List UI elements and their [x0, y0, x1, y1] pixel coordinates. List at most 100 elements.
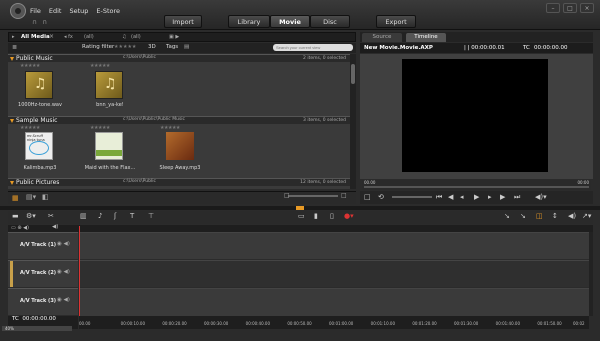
go-end-icon[interactable]: ⏭: [514, 193, 520, 202]
more-filters-icon[interactable]: ▣ ▶: [169, 34, 179, 40]
import-button[interactable]: Import: [164, 15, 202, 28]
library-scrollbar[interactable]: [350, 54, 356, 189]
scroll-thumb[interactable]: [351, 64, 355, 84]
section-public-pictures[interactable]: Public Pictures 12 items, 0 selected: [8, 178, 350, 186]
track-visibility-icon[interactable]: ◉ ◀): [57, 297, 70, 303]
close-icon[interactable]: ×: [580, 3, 594, 13]
album-art-maid[interactable]: [95, 132, 123, 160]
item-rating[interactable]: ★★★★★: [90, 125, 110, 131]
track-header[interactable]: A/V Track (2) ◉ ◀): [8, 260, 78, 287]
play-icon[interactable]: ▶: [474, 193, 479, 201]
track-header[interactable]: A/V Track (3) ◉ ◀): [8, 288, 78, 315]
fx-icon[interactable]: ◂ fx: [64, 34, 73, 40]
trim-icon[interactable]: ↘: [504, 212, 510, 220]
track-lane[interactable]: [79, 232, 589, 259]
redo-icon[interactable]: ∩: [42, 18, 47, 26]
item-rating[interactable]: ★★★★★: [90, 63, 110, 69]
tab-all-media[interactable]: All Media: [21, 34, 50, 40]
track-options-icon[interactable]: ▭ ⊕ ◀): [11, 225, 29, 231]
playhead[interactable]: [79, 226, 80, 324]
menu-setup[interactable]: Setup: [69, 7, 88, 15]
track-visibility-icon[interactable]: ◉ ◀): [57, 269, 70, 275]
filter-a[interactable]: (all): [84, 34, 94, 40]
menu-edit[interactable]: Edit: [49, 7, 62, 15]
next-frame-icon[interactable]: ▶: [500, 193, 505, 201]
tab-disc[interactable]: Disc: [310, 15, 350, 28]
snap-icon[interactable]: ↘: [520, 212, 526, 220]
list-view-icon[interactable]: ≣: [12, 44, 17, 51]
more-tools-icon[interactable]: ↗▾: [582, 212, 591, 220]
panel-divider[interactable]: [0, 206, 600, 210]
maximize-icon[interactable]: □: [563, 3, 577, 13]
volume-icon[interactable]: ◀)▾: [535, 193, 547, 201]
filter-3d[interactable]: 3D: [148, 44, 156, 50]
view-mode-icon[interactable]: ▦: [12, 194, 19, 202]
track-lane[interactable]: [79, 288, 589, 316]
fullscreen-icon[interactable]: □: [364, 193, 371, 201]
media-thumbnail[interactable]: [95, 71, 123, 99]
step-forward-icon[interactable]: ▸: [488, 193, 492, 201]
scrub-track[interactable]: [364, 186, 589, 188]
zoom-slider[interactable]: [288, 195, 338, 197]
title-icon[interactable]: T: [130, 212, 134, 220]
album-art-kalimba[interactable]: mr.Scruff ninja tuna: [25, 132, 53, 160]
media-thumbnail[interactable]: [25, 71, 53, 99]
menu-estore[interactable]: E-Store: [96, 7, 120, 15]
chart-icon[interactable]: ▥: [80, 212, 87, 220]
filter-b[interactable]: (all): [131, 34, 141, 40]
divider-handle[interactable]: [296, 206, 304, 210]
tc-value[interactable]: 00:00:00.00: [22, 316, 55, 322]
scrub-bar[interactable]: 00.00 00:00: [362, 180, 591, 190]
item-rating[interactable]: ★★★★★: [20, 63, 40, 69]
trash-icon[interactable]: ▮: [314, 212, 318, 220]
minimize-icon[interactable]: –: [546, 3, 560, 13]
video-player[interactable]: [402, 59, 548, 172]
tab-movie[interactable]: Movie: [270, 15, 310, 28]
ripple-icon[interactable]: ↕: [552, 212, 558, 220]
export-button[interactable]: Export: [376, 15, 416, 28]
collapse-icon[interactable]: ▸: [12, 34, 15, 40]
record-icon[interactable]: ●▾: [344, 212, 354, 220]
shuttle-slider[interactable]: [392, 196, 432, 198]
zoom-in-icon[interactable]: □: [341, 192, 347, 199]
tags-icon[interactable]: ▤: [184, 44, 189, 50]
track-header[interactable]: A/V Track (1) ◉ ◀): [8, 232, 78, 259]
track-lane[interactable]: [79, 260, 589, 287]
settings-icon[interactable]: ⚙▾: [26, 212, 36, 220]
music-filter-icon[interactable]: ♫: [122, 34, 126, 40]
section-expand-icon[interactable]: [10, 181, 14, 185]
timeline-scrollbar[interactable]: [589, 232, 593, 316]
storyboard-icon[interactable]: ▬: [12, 212, 19, 220]
loop-icon[interactable]: ⟲: [378, 193, 384, 201]
prev-frame-icon[interactable]: ◀: [448, 193, 453, 201]
menu-file[interactable]: File: [30, 7, 41, 15]
section-expand-icon[interactable]: [10, 57, 14, 61]
transition-icon[interactable]: ʃ: [114, 212, 116, 220]
tags-label[interactable]: Tags: [166, 44, 178, 50]
section-public-music[interactable]: Public Music 2 items, 0 selected: [8, 54, 350, 62]
rating-filter-stars[interactable]: ★★★★★: [114, 44, 136, 50]
tab-library[interactable]: Library: [228, 15, 270, 28]
audio-icon[interactable]: ♪: [98, 212, 102, 220]
zoom-out-icon[interactable]: □: [284, 192, 290, 199]
album-art-sleep[interactable]: [166, 132, 194, 160]
step-back-icon[interactable]: ◂: [460, 193, 464, 201]
item-rating[interactable]: ★★★★★: [160, 125, 180, 131]
time-ruler[interactable]: 00.00 00:00:10.00 00:00:20.00 00:00:30.00 00…: [79, 316, 589, 329]
tab-source[interactable]: Source: [362, 33, 402, 42]
group-icon[interactable]: ◧: [42, 193, 49, 201]
track-visibility-icon[interactable]: ◉ ◀): [57, 241, 70, 247]
menu-icon[interactable]: ⊤: [148, 212, 154, 220]
razor-icon[interactable]: ▭: [298, 212, 305, 220]
magnet-icon[interactable]: ◫: [536, 212, 543, 220]
tab-close-icon[interactable]: ×: [49, 33, 54, 40]
search-input[interactable]: [273, 44, 353, 51]
item-rating[interactable]: ★★★★★: [20, 125, 40, 131]
section-expand-icon[interactable]: [10, 119, 14, 123]
marker-icon[interactable]: ▯: [330, 212, 334, 220]
master-volume-icon[interactable]: ◀): [52, 224, 58, 230]
thumbnail-size-icon[interactable]: ▤▾: [26, 193, 36, 201]
volume-tool-icon[interactable]: ◀): [568, 212, 576, 220]
go-start-icon[interactable]: ⏮: [436, 193, 442, 202]
cut-icon[interactable]: ✂: [48, 212, 54, 220]
